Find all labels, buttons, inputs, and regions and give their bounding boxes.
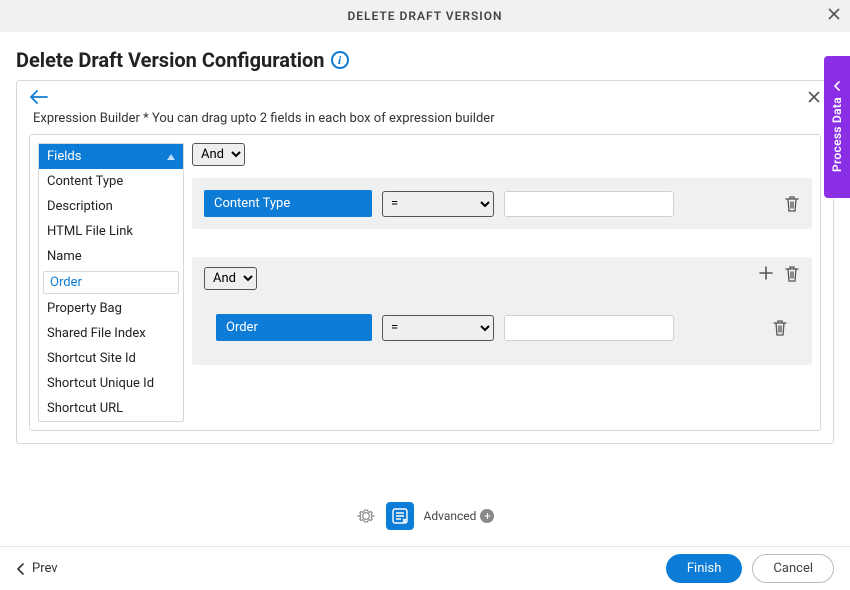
advanced-label[interactable]: Advanced + (424, 509, 495, 523)
close-icon[interactable] (826, 6, 842, 22)
fields-header-label: Fields (47, 149, 81, 164)
process-data-tab[interactable]: Process Data (824, 56, 850, 198)
fields-list: Fields Content TypeDescriptionHTML File … (38, 143, 184, 422)
field-item[interactable]: HTML File Link (39, 219, 183, 244)
advanced-mode-icon[interactable] (386, 502, 414, 530)
titlebar-text: DELETE DRAFT VERSION (347, 9, 502, 23)
subgroup: AndOr Order =<><<=>>= (192, 257, 812, 365)
trash-icon[interactable] (772, 319, 788, 337)
field-item[interactable]: Description (39, 194, 183, 219)
expression-column: AndOr Content Type =<><<=>>= (192, 143, 812, 422)
field-item[interactable]: Property Bag (39, 296, 183, 321)
prev-label: Prev (32, 561, 58, 576)
gear-icon[interactable] (356, 506, 376, 526)
field-chip-order[interactable]: Order (216, 314, 372, 341)
condition-group-2: Order =<><<=>>= (204, 302, 800, 353)
plus-icon[interactable] (758, 265, 774, 283)
trash-icon[interactable] (784, 265, 800, 283)
field-chip-content-type[interactable]: Content Type (204, 190, 372, 217)
value-input-1[interactable] (504, 191, 674, 217)
circle-plus-icon: + (480, 509, 494, 523)
page-title: Delete Draft Version Configuration (16, 48, 325, 72)
finish-button[interactable]: Finish (666, 554, 743, 583)
field-item[interactable]: Shortcut URL (39, 396, 183, 421)
prev-button[interactable]: Prev (16, 561, 58, 576)
operator-select-1[interactable]: =<><<=>>= (382, 191, 494, 217)
trash-icon[interactable] (784, 195, 800, 213)
cancel-button[interactable]: Cancel (752, 554, 834, 583)
back-arrow-icon[interactable] (29, 89, 49, 105)
operator-select-2[interactable]: =<><<=>>= (382, 315, 494, 341)
bottom-toolbar: Advanced + (0, 502, 850, 530)
top-conjunction-select[interactable]: AndOr (192, 143, 245, 166)
field-item[interactable]: Order (43, 271, 179, 294)
field-item[interactable]: Name (39, 244, 183, 269)
condition-group-1: Content Type =<><<=>>= (192, 178, 812, 229)
expression-panel: Expression Builder * You can drag upto 2… (16, 80, 834, 444)
chevron-left-icon (832, 81, 842, 91)
expression-builder: Fields Content TypeDescriptionHTML File … (29, 134, 821, 431)
field-item[interactable]: Shared File Index (39, 321, 183, 346)
panel-close-icon[interactable] (807, 90, 821, 104)
titlebar: DELETE DRAFT VERSION (0, 0, 850, 32)
footer: Prev Finish Cancel (0, 546, 850, 590)
info-icon[interactable]: i (331, 51, 349, 69)
process-data-label: Process Data (830, 97, 844, 172)
value-input-2[interactable] (504, 315, 674, 341)
fields-header[interactable]: Fields (39, 144, 183, 169)
sort-asc-icon (167, 154, 175, 160)
field-item[interactable]: Shortcut Unique Id (39, 371, 183, 396)
advanced-label-text: Advanced (424, 509, 477, 523)
field-item[interactable]: Shortcut Site Id (39, 346, 183, 371)
hint-text: Expression Builder * You can drag upto 2… (33, 111, 821, 126)
field-item[interactable]: Content Type (39, 169, 183, 194)
page-header: Delete Draft Version Configuration i (0, 32, 850, 80)
subgroup-conjunction-select[interactable]: AndOr (204, 267, 257, 290)
